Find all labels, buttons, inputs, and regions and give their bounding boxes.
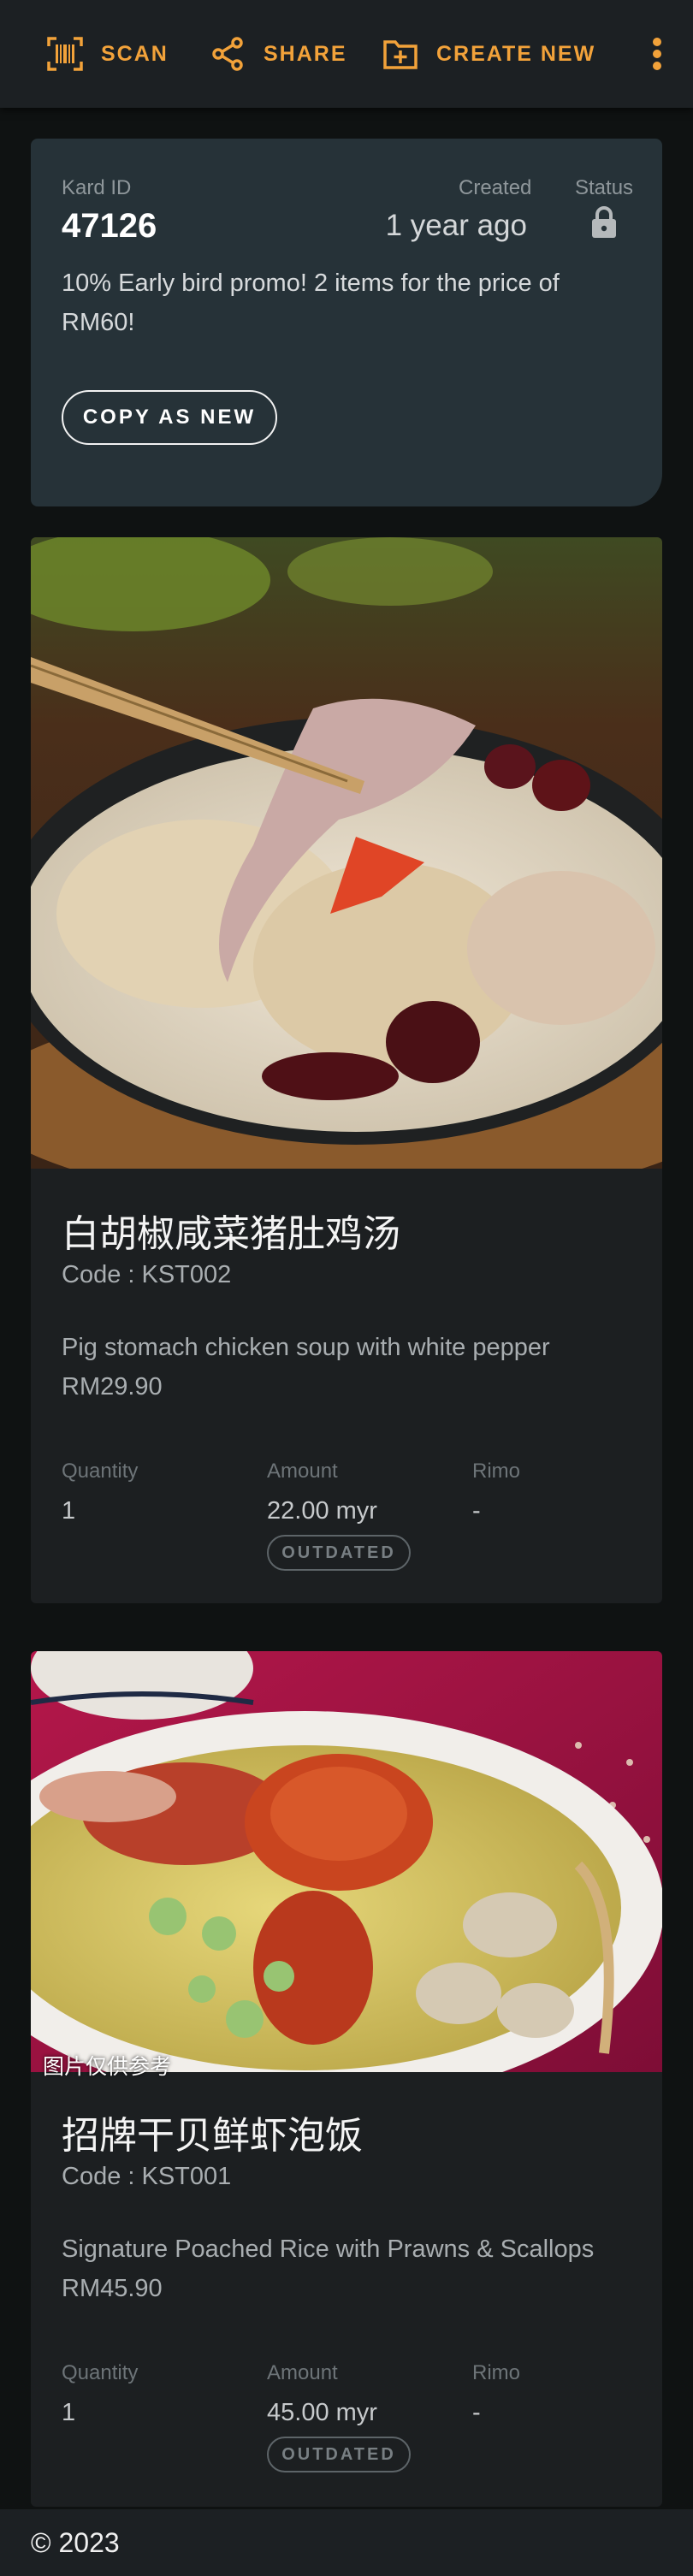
kard-id-value: 47126 xyxy=(62,207,157,245)
scan-button[interactable]: SCAN xyxy=(46,34,169,74)
footer: © 2023 xyxy=(0,2509,693,2576)
chicken-soup-photo xyxy=(31,537,662,1169)
rimo-value: - xyxy=(472,2399,481,2426)
item-title: 招牌干贝鲜虾泡饭 xyxy=(62,2115,363,2157)
copy-as-new-button[interactable]: COPY AS NEW xyxy=(62,390,277,445)
item-description: Signature Poached Rice with Prawns & Sca… xyxy=(62,2235,595,2302)
quantity-value: 1 xyxy=(62,2399,76,2426)
barcode-scan-icon xyxy=(47,37,83,71)
create-new-label: CREATE NEW xyxy=(436,41,596,66)
top-toolbar: SCAN SHARE CREATE NEW xyxy=(0,0,693,108)
amount-value: 22.00 myr xyxy=(267,1497,377,1525)
item-photo: 图片仅供参考 xyxy=(31,1651,662,2079)
kard-info-card: Kard ID 47126 Created 1 year ago Status … xyxy=(31,139,662,506)
promo-text: 10% Early bird promo! 2 items for the pr… xyxy=(62,269,560,336)
rimo-label: Rimo xyxy=(472,1460,521,1483)
outdated-badge: OUTDATED xyxy=(267,1535,411,1571)
amount-value: 45.00 myr xyxy=(267,2399,377,2426)
item-photo xyxy=(31,537,662,1169)
quantity-label: Quantity xyxy=(62,2361,139,2384)
share-button[interactable]: SHARE xyxy=(209,34,347,74)
lock-icon xyxy=(592,206,616,238)
item-title: 白胡椒咸菜猪肚鸡汤 xyxy=(62,1213,400,1255)
quantity-label: Quantity xyxy=(62,1460,139,1483)
add-box-icon xyxy=(383,40,418,69)
amount-label: Amount xyxy=(267,1460,338,1483)
more-vert-icon[interactable] xyxy=(649,34,666,74)
item-code: Code : KST002 xyxy=(62,1261,232,1288)
item-card: 白胡椒咸菜猪肚鸡汤 Code : KST002 Pig stomach chic… xyxy=(31,537,662,1603)
kard-id-label: Kard ID xyxy=(62,176,132,199)
created-value: 1 year ago xyxy=(385,209,527,242)
create-new-button[interactable]: CREATE NEW xyxy=(382,34,595,74)
scan-label: SCAN xyxy=(101,41,169,66)
item-code: Code : KST001 xyxy=(62,2163,232,2190)
rimo-value: - xyxy=(472,1497,481,1525)
rimo-label: Rimo xyxy=(472,2361,521,2384)
amount-label: Amount xyxy=(267,2361,338,2384)
share-label: SHARE xyxy=(264,41,347,66)
share-icon xyxy=(212,37,243,71)
quantity-value: 1 xyxy=(62,1497,76,1525)
photo-watermark: 图片仅供参考 xyxy=(43,2055,172,2079)
item-description: Pig stomach chicken soup with white pepp… xyxy=(62,1334,550,1401)
outdated-badge: OUTDATED xyxy=(267,2437,411,2472)
item-card: 图片仅供参考 招牌干贝鲜虾泡饭 Code : KST001 Signature … xyxy=(31,1651,662,2507)
status-label: Status xyxy=(575,176,634,199)
copyright-text: © 2023 xyxy=(31,2527,120,2558)
created-label: Created xyxy=(459,176,532,199)
poached-rice-photo xyxy=(31,1651,662,2072)
